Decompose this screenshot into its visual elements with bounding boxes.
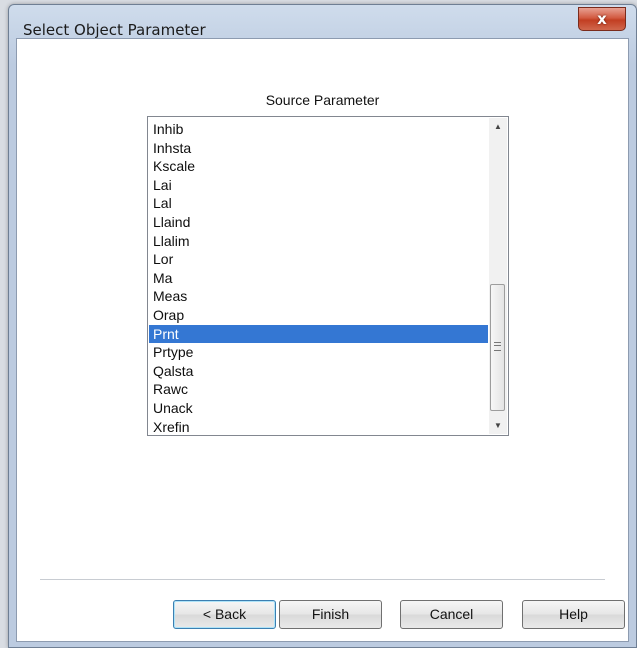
list-item[interactable]: Orap [149,306,488,325]
list-item[interactable]: Lal [149,194,488,213]
chevron-down-icon[interactable]: ▼ [489,417,507,434]
help-button[interactable]: Help [522,600,625,629]
back-button[interactable]: < Back [173,600,276,629]
list-item[interactable]: Inhsta [149,139,488,158]
finish-button[interactable]: Finish [279,600,382,629]
divider [40,579,605,580]
source-parameter-label: Source Parameter [265,92,380,108]
dialog-window: Select Object Parameter x Source Paramet… [8,4,637,648]
list-item[interactable]: Rawc [149,380,488,399]
window-title: Select Object Parameter [23,21,206,39]
list-item[interactable]: Prtype [149,343,488,362]
list-item[interactable]: Inhib [149,120,488,139]
list-item[interactable]: Lor [149,250,488,269]
close-button[interactable]: x [578,7,626,31]
dialog-client-area: Source Parameter Inhib Inhsta Kscale Lai Lal… [16,38,629,642]
vertical-scrollbar[interactable]: ▲ ▼ [489,118,507,434]
list-item[interactable]: Ma [149,269,488,288]
cancel-button[interactable]: Cancel [400,600,503,629]
grip-icon [494,342,501,351]
list-item[interactable]: Xrefin [149,418,488,437]
list-item[interactable]: Meas [149,287,488,306]
scroll-thumb[interactable] [490,284,505,411]
list-item[interactable]: Unack [149,399,488,418]
list-item[interactable]: Kscale [149,157,488,176]
list-item[interactable]: Lai [149,176,488,195]
list-item[interactable]: Llaind [149,213,488,232]
close-icon: x [597,10,607,28]
list-items: Inhib Inhsta Kscale Lai Lal Llaind Llalim Lor Ma… [149,120,488,436]
source-parameter-listbox[interactable]: Inhib Inhsta Kscale Lai Lal Llaind Llalim Lor Ma… [147,116,509,436]
list-item[interactable]: Qalsta [149,362,488,381]
chevron-up-icon[interactable]: ▲ [489,118,507,135]
list-item[interactable]: Llalim [149,232,488,251]
list-item[interactable]: Prnt [149,324,488,344]
